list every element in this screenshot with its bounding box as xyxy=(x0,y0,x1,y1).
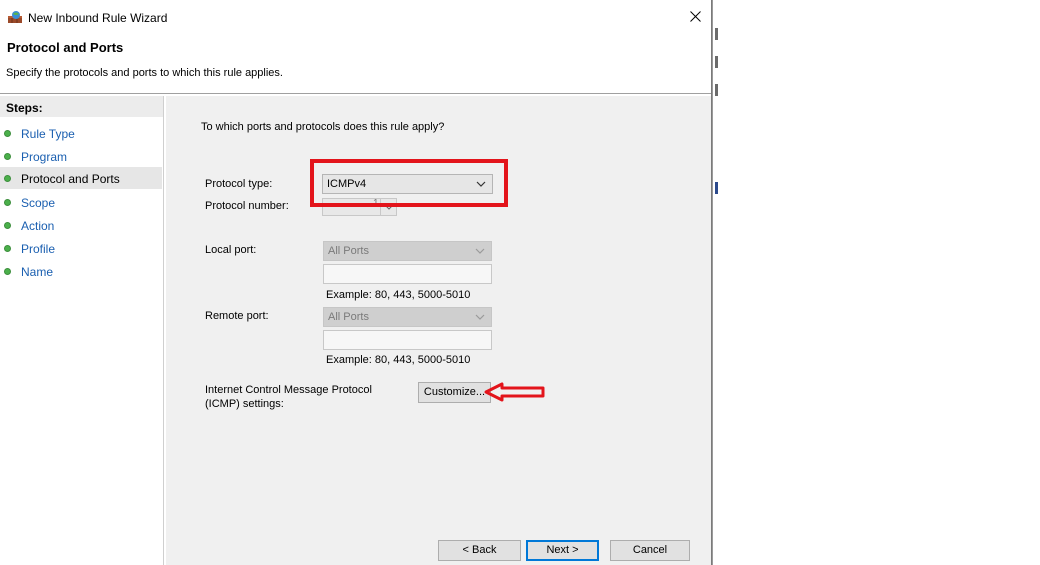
step-label: Program xyxy=(21,150,68,164)
local-port-value: All Ports xyxy=(328,245,369,257)
protocol-number-value: 1 xyxy=(373,198,379,209)
step-status-icon xyxy=(4,268,11,275)
step-action[interactable]: Action xyxy=(0,214,162,236)
cancel-button[interactable]: Cancel xyxy=(610,540,690,561)
next-button[interactable]: Next > xyxy=(526,540,599,561)
local-port-select[interactable]: All Ports xyxy=(323,241,492,261)
spin-arrow[interactable] xyxy=(380,199,396,215)
back-button[interactable]: < Back xyxy=(438,540,521,561)
step-label: Profile xyxy=(21,242,56,256)
protocol-number-label: Protocol number: xyxy=(205,200,289,212)
remote-port-example: Example: 80, 443, 5000-5010 xyxy=(326,354,471,366)
step-status-icon xyxy=(4,222,11,229)
close-button[interactable] xyxy=(680,4,711,30)
question-text: To which ports and protocols does this r… xyxy=(201,121,445,133)
background-window-edge xyxy=(712,0,718,565)
step-scope[interactable]: Scope xyxy=(0,191,162,213)
chevron-down-icon xyxy=(476,181,486,187)
step-status-icon xyxy=(4,130,11,137)
step-label: Action xyxy=(21,219,55,233)
background-mark xyxy=(715,182,718,194)
close-icon xyxy=(690,11,701,22)
step-status-icon xyxy=(4,245,11,252)
chevron-down-icon xyxy=(475,314,485,320)
step-label: Name xyxy=(21,265,54,279)
steps-panel: Steps: Rule Type Program Protocol and Po… xyxy=(0,96,164,565)
title-bar: New Inbound Rule Wizard xyxy=(0,4,711,32)
step-protocol-and-ports[interactable]: Protocol and Ports xyxy=(0,167,162,189)
remote-port-value: All Ports xyxy=(328,311,369,323)
step-label: Rule Type xyxy=(21,127,75,141)
protocol-type-select[interactable]: ICMPv4 xyxy=(322,174,493,194)
protocol-type-value: ICMPv4 xyxy=(327,178,367,190)
step-profile[interactable]: Profile xyxy=(0,237,162,259)
background-mark xyxy=(715,28,718,40)
background-mark xyxy=(715,56,718,68)
remote-port-select[interactable]: All Ports xyxy=(323,307,492,327)
local-port-input[interactable] xyxy=(323,264,492,284)
step-rule-type[interactable]: Rule Type xyxy=(0,122,162,144)
step-status-icon xyxy=(4,199,11,206)
page-header: Protocol and Ports Specify the protocols… xyxy=(0,32,711,94)
chevron-down-icon xyxy=(385,205,393,210)
chevron-down-icon xyxy=(475,248,485,254)
step-status-icon xyxy=(4,153,11,160)
icmp-settings-label-line1: Internet Control Message Protocol xyxy=(205,384,372,396)
step-program[interactable]: Program xyxy=(0,145,162,167)
protocol-type-label: Protocol type: xyxy=(205,178,273,190)
firewall-app-icon xyxy=(8,11,22,23)
page-title: Protocol and Ports xyxy=(7,40,124,55)
step-label: Protocol and Ports xyxy=(21,172,120,186)
step-status-icon xyxy=(4,175,11,182)
protocol-number-stepper[interactable]: 1 xyxy=(322,198,397,216)
content-panel: To which ports and protocols does this r… xyxy=(166,96,711,565)
icmp-settings-label-line2: (ICMP) settings: xyxy=(205,398,284,410)
wizard-window: New Inbound Rule Wizard Protocol and Por… xyxy=(0,0,712,565)
window-title: New Inbound Rule Wizard xyxy=(28,11,168,25)
customize-button[interactable]: Customize... xyxy=(418,382,491,403)
local-port-label: Local port: xyxy=(205,244,257,256)
step-name[interactable]: Name xyxy=(0,260,162,282)
steps-heading: Steps: xyxy=(0,96,163,117)
annotation-arrow-icon xyxy=(484,382,545,402)
local-port-example: Example: 80, 443, 5000-5010 xyxy=(326,289,471,301)
remote-port-label: Remote port: xyxy=(205,310,269,322)
step-label: Scope xyxy=(21,196,56,210)
remote-port-input[interactable] xyxy=(323,330,492,350)
background-mark xyxy=(715,84,718,96)
page-subtitle: Specify the protocols and ports to which… xyxy=(6,67,283,79)
